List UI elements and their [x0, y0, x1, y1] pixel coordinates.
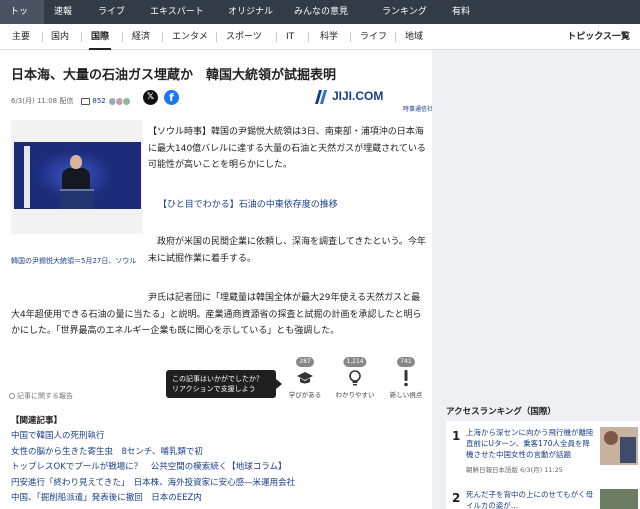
right-rail: アクセスランキング（国際） 1 上海から深センに向かう飛行機が離陸直前にUターン… [432, 50, 640, 509]
graduation-cap-icon [297, 372, 313, 384]
category-tab[interactable]: 国内 [51, 24, 69, 50]
ranking-heading: アクセスランキング（国際） [446, 407, 556, 417]
comment-icon[interactable] [81, 97, 91, 105]
category-tab[interactable]: 主要 [12, 24, 30, 50]
comment-count[interactable]: 852 [92, 97, 105, 105]
category-tab[interactable]: スポーツ [226, 24, 262, 50]
reaction-learn-button[interactable]: 287 学びがある [279, 355, 331, 401]
ranking-source: 朝鮮日報日本語版 6/3(月) 11:25 [466, 466, 563, 474]
jiji-mark-icon [315, 90, 327, 104]
article-paragraph: 政府が米国の民間企業に依頼し、深海を調査してきたという。今年末に試掘作業に着手す… [148, 237, 426, 264]
article-photo[interactable] [11, 120, 143, 234]
category-tab[interactable]: IT [286, 24, 294, 50]
top-nav-item[interactable]: ライブ [88, 0, 140, 24]
divider [81, 32, 82, 42]
ranking-number: 1 [452, 429, 461, 443]
related-articles: 【関連記事】 中国で韓国人の死刑執行 女性の脳から生きた寄生虫 8センチ、哺乳類… [11, 413, 431, 507]
category-nav: 主要 国内 国際 経済 エンタメ スポーツ IT 科学 ライフ 地域 トピックス… [0, 24, 640, 50]
category-tab[interactable]: 科学 [320, 24, 338, 50]
related-link[interactable]: トップレスOKでプールが戦場に？ 公共空間の模索続く【地球コラム】 [11, 460, 431, 476]
photo-caption[interactable]: 韓国の尹錫悦大統領＝5月27日、ソウル [11, 256, 146, 267]
category-tab[interactable]: エンタメ [172, 24, 208, 50]
reaction-bar: 記事に関する報告 この記事はいかがでしたか？ リアクションで支援しよう 287 … [0, 355, 432, 401]
category-tab[interactable]: 経済 [132, 24, 150, 50]
article-main: 日本海、大量の石油ガス埋蔵か 韓国大統領が試掘表明 6/3(月) 11:08 配… [0, 50, 434, 509]
reaction-new-view-button[interactable]: 741 新しい視点 [380, 355, 432, 401]
related-chart-link[interactable]: 【ひと目でわかる】石油の中東依存度の推移 [158, 197, 338, 210]
divider [395, 32, 396, 42]
ranking-number: 2 [452, 491, 461, 505]
top-nav-item[interactable]: ランキング [372, 0, 442, 24]
top-nav: トップ 速報 ライブ エキスパート オリジナル みんなの意見 ランキング 有料 [0, 0, 640, 41]
reaction-tooltip: この記事はいかがでしたか？ リアクションで支援しよう [166, 370, 282, 398]
tooltip-line: この記事はいかがでしたか？ [172, 375, 263, 383]
top-nav-item[interactable]: トップ [0, 0, 44, 41]
top-nav-item[interactable]: 速報 [44, 0, 88, 24]
divider [162, 32, 163, 42]
related-link[interactable]: 中国で韓国人の死刑執行 [11, 429, 431, 445]
reaction-clear-button[interactable]: 1,214 わかりやすい [329, 355, 381, 401]
ranking-thumbnail[interactable] [600, 427, 638, 465]
divider [276, 32, 277, 42]
tooltip-line: リアクションで支援しよう [172, 385, 256, 393]
category-tab-active[interactable]: 国際 [88, 24, 112, 50]
top-nav-item[interactable]: エキスパート [140, 0, 218, 24]
related-heading: 【関連記事】 [11, 416, 63, 426]
top-nav-item[interactable]: オリジナル [218, 0, 284, 24]
topics-list-link[interactable]: トピックス一覧 [567, 24, 630, 50]
report-icon [9, 393, 15, 399]
reaction-label: 新しい視点 [389, 391, 423, 399]
reaction-label: 学びがある [288, 391, 322, 399]
article-paragraph: 【ソウル時事】韓国の尹錫悦大統領は3日、南東部・浦項沖の日本海に最大140億バレ… [148, 127, 426, 170]
article-paragraph: 尹氏は記者団に「埋蔵量は韓国全体が最大29年使える天然ガスと最大4年超使用できる… [11, 293, 422, 336]
article-date: 6/3(月) 11:08 配信 [11, 97, 74, 105]
divider [42, 32, 43, 42]
reaction-label: わかりやすい [335, 391, 375, 399]
lightbulb-icon [349, 370, 361, 386]
article-title: 日本海、大量の石油ガス埋蔵か 韓国大統領が試掘表明 [11, 68, 337, 83]
related-link[interactable]: 女性の脳から生きた寄生虫 8センチ、哺乳類で初 [11, 445, 431, 461]
reaction-count: 1,214 [343, 357, 367, 367]
report-link[interactable]: 記事に関する報告 [9, 391, 73, 401]
reaction-count: 741 [397, 357, 415, 367]
related-link[interactable]: 中国、「掘削船派遣」発表後に撤回 日本のEEZ内 [11, 491, 431, 507]
commenter-avatars [107, 96, 131, 106]
category-tab[interactable]: 地域 [405, 24, 423, 50]
category-tab[interactable]: ライフ [360, 24, 387, 50]
ranking-thumbnail[interactable] [600, 489, 638, 509]
facebook-share-icon[interactable]: f [164, 90, 179, 105]
related-link[interactable]: 円安進行「終わり見えてきた」 日本株、海外投資家に安心感―米運用会社 [11, 476, 431, 492]
top-nav-item[interactable]: 有料 [442, 0, 492, 24]
publisher-subname: 時事通信社 [403, 106, 434, 113]
x-share-icon[interactable]: 𝕏 [143, 90, 158, 105]
exclamation-icon [404, 370, 408, 387]
ranking-title[interactable]: 死んだ子を背中の上にのせてもがく母イルカの姿が… [466, 489, 596, 509]
reaction-count: 287 [296, 357, 314, 367]
divider [308, 32, 309, 42]
article-meta: 6/3(月) 11:08 配信 852 [11, 94, 131, 108]
divider [350, 32, 351, 42]
ranking-title[interactable]: 上海から深センに向かう飛行機が離陸直前にUターン、乗客170人全員を降機させた中… [466, 427, 596, 460]
ranking-list: 1 上海から深センに向かう飛行機が離陸直前にUターン、乗客170人全員を降機させ… [446, 421, 640, 509]
divider [216, 32, 217, 42]
publisher-name: JIJI.COM [332, 89, 384, 103]
divider [122, 32, 123, 42]
top-nav-item[interactable]: みんなの意見 [284, 0, 372, 24]
